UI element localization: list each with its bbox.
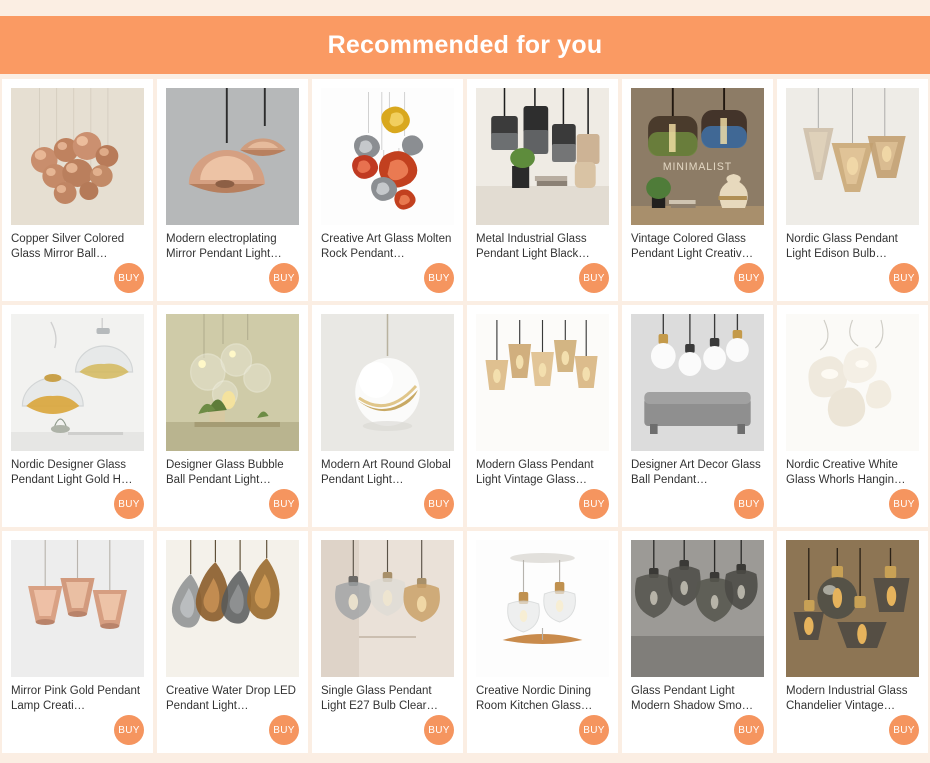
buy-button[interactable]: BUY <box>579 263 609 293</box>
white-sphere-gold-ring-icon <box>321 314 454 451</box>
product-card[interactable]: Designer Glass Bubble Ball Pendant Light… <box>157 305 308 527</box>
buy-button[interactable]: BUY <box>269 489 299 519</box>
product-image[interactable] <box>11 88 144 225</box>
product-title: Nordic Designer Glass Pendant Light Gold… <box>11 459 133 486</box>
product-title: Designer Glass Bubble Ball Pendant Light… <box>166 459 284 486</box>
buy-button[interactable]: BUY <box>889 489 919 519</box>
product-card[interactable]: Designer Art Decor Glass Ball Pendant… B… <box>622 305 773 527</box>
product-title: Vintage Colored Glass Pendant Light Crea… <box>631 233 754 260</box>
buy-button[interactable]: BUY <box>889 715 919 745</box>
clear-bubble-balls-over-plant-icon <box>166 314 299 451</box>
product-image[interactable] <box>786 88 919 225</box>
buy-button[interactable]: BUY <box>889 263 919 293</box>
product-image[interactable] <box>631 540 764 677</box>
product-image[interactable] <box>786 540 919 677</box>
product-image[interactable] <box>166 314 299 451</box>
pink-gold-mirror-cone-trio-icon <box>11 540 144 677</box>
product-image[interactable] <box>476 540 609 677</box>
product-title: Glass Pendant Light Modern Shadow Smo… <box>631 685 754 712</box>
product-title: Modern Art Round Global Pendant Light… <box>321 459 451 486</box>
recommendation-page: Recommended for you Copper Silver Colore… <box>0 0 930 763</box>
top-spacer <box>0 0 930 16</box>
buy-button[interactable]: BUY <box>734 715 764 745</box>
product-title: Copper Silver Colored Glass Mirror Ball… <box>11 233 125 260</box>
product-card[interactable]: Modern Industrial Glass Chandelier Vinta… <box>777 531 928 753</box>
product-card[interactable]: Glass Pendant Light Modern Shadow Smo… B… <box>622 531 773 753</box>
rose-gold-dome-mirror-pendants-icon <box>166 88 299 225</box>
product-title: Creative Nordic Dining Room Kitchen Glas… <box>476 685 593 712</box>
product-card[interactable]: Modern electroplating Mirror Pendant Lig… <box>157 79 308 301</box>
buy-button[interactable]: BUY <box>114 263 144 293</box>
buy-button[interactable]: BUY <box>734 489 764 519</box>
product-title: Nordic Glass Pendant Light Edison Bulb… <box>786 233 898 260</box>
product-card[interactable]: Nordic Glass Pendant Light Edison Bulb… … <box>777 79 928 301</box>
amber-glass-pendant-row-icon <box>476 314 609 451</box>
product-card[interactable]: Creative Nordic Dining Room Kitchen Glas… <box>467 531 618 753</box>
product-image[interactable] <box>786 314 919 451</box>
product-title: Mirror Pink Gold Pendant Lamp Creati… <box>11 685 141 712</box>
product-title: Modern electroplating Mirror Pendant Lig… <box>166 233 282 260</box>
white-glass-balls-gray-sofa-icon <box>631 314 764 451</box>
product-image[interactable] <box>321 540 454 677</box>
product-card[interactable]: Nordic Creative White Glass Whorls Hangi… <box>777 305 928 527</box>
product-image[interactable] <box>476 88 609 225</box>
buy-button[interactable]: BUY <box>424 489 454 519</box>
product-image[interactable]: MINIMALIST <box>631 88 764 225</box>
amber-smoke-glass-cones-trio-icon <box>786 88 919 225</box>
product-image[interactable] <box>476 314 609 451</box>
product-title: Single Glass Pendant Light E27 Bulb Clea… <box>321 685 438 712</box>
product-card[interactable]: Nordic Designer Glass Pendant Light Gold… <box>2 305 153 527</box>
colored-glass-drums-minimalist-room-icon: MINIMALIST <box>631 88 764 225</box>
product-card[interactable]: Copper Silver Colored Glass Mirror Ball…… <box>2 79 153 301</box>
product-title: Modern Glass Pendant Light Vintage Glass… <box>476 459 594 486</box>
product-card[interactable]: Metal Industrial Glass Pendant Light Bla… <box>467 79 618 301</box>
product-title: Metal Industrial Glass Pendant Light Bla… <box>476 233 590 260</box>
clear-dome-glass-gold-crystals-icon <box>11 314 144 451</box>
smoke-gray-glass-shades-concrete-icon <box>631 540 764 677</box>
product-image[interactable] <box>166 540 299 677</box>
product-grid: Copper Silver Colored Glass Mirror Ball…… <box>0 74 930 753</box>
product-card[interactable]: Mirror Pink Gold Pendant Lamp Creati… BU… <box>2 531 153 753</box>
molten-rock-gold-red-silver-cluster-icon <box>321 88 454 225</box>
product-title: Nordic Creative White Glass Whorls Hangi… <box>786 459 906 486</box>
copper-silver-mirror-balls-cluster-icon <box>11 88 144 225</box>
black-smoke-glass-cylinders-icon <box>476 88 609 225</box>
product-title: Creative Water Drop LED Pendant Light… <box>166 685 296 712</box>
product-title: Designer Art Decor Glass Ball Pendant… <box>631 459 761 486</box>
amber-industrial-glass-chandelier-icon <box>786 540 919 677</box>
product-title: Creative Art Glass Molten Rock Pendant… <box>321 233 452 260</box>
smoke-clear-amber-bell-trio-icon <box>321 540 454 677</box>
buy-button[interactable]: BUY <box>579 715 609 745</box>
recommended-header-band: Recommended for you <box>0 16 930 74</box>
buy-button[interactable]: BUY <box>269 715 299 745</box>
buy-button[interactable]: BUY <box>269 263 299 293</box>
page-title: Recommended for you <box>327 30 603 59</box>
product-image[interactable] <box>321 314 454 451</box>
product-card[interactable]: Creative Art Glass Molten Rock Pendant… … <box>312 79 463 301</box>
product-card[interactable]: Modern Art Round Global Pendant Light… B… <box>312 305 463 527</box>
product-title: Modern Industrial Glass Chandelier Vinta… <box>786 685 908 712</box>
clear-glass-wood-pendant-pair-icon <box>476 540 609 677</box>
amber-water-drop-teardrops-icon <box>166 540 299 677</box>
image-overlay-text: MINIMALIST <box>663 161 732 173</box>
product-card[interactable]: Creative Water Drop LED Pendant Light… B… <box>157 531 308 753</box>
buy-button[interactable]: BUY <box>424 263 454 293</box>
buy-button[interactable]: BUY <box>114 489 144 519</box>
buy-button[interactable]: BUY <box>579 489 609 519</box>
buy-button[interactable]: BUY <box>114 715 144 745</box>
product-image[interactable] <box>11 540 144 677</box>
buy-button[interactable]: BUY <box>734 263 764 293</box>
product-image[interactable] <box>321 88 454 225</box>
product-image[interactable] <box>166 88 299 225</box>
product-card[interactable]: Single Glass Pendant Light E27 Bulb Clea… <box>312 531 463 753</box>
product-card[interactable]: Modern Glass Pendant Light Vintage Glass… <box>467 305 618 527</box>
buy-button[interactable]: BUY <box>424 715 454 745</box>
product-image[interactable] <box>11 314 144 451</box>
product-image[interactable] <box>631 314 764 451</box>
product-card[interactable]: MINIMALIST Vintage Colored Glass Pendant… <box>622 79 773 301</box>
white-whorl-organic-pendants-icon <box>786 314 919 451</box>
